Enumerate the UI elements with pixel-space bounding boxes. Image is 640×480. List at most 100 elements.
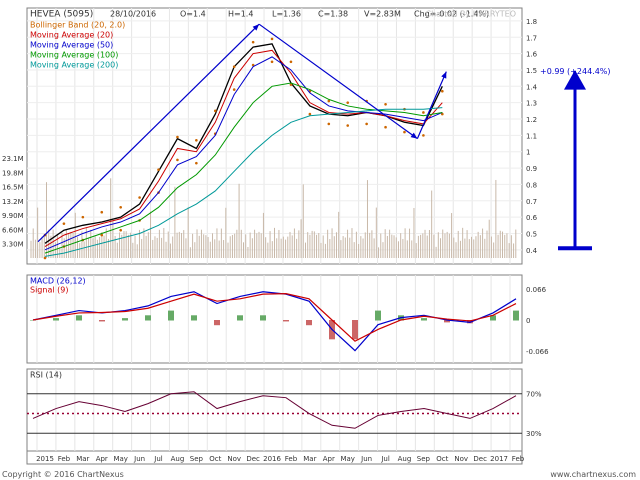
macd-histogram-bar [76,315,82,321]
bollinger-dot [384,102,387,106]
y-tick-label: 1.4 [526,83,538,91]
macd-label: MACD (26,12) [30,277,86,286]
bollinger-dot [251,40,255,44]
bollinger-dot [176,135,179,139]
macd-histogram-bar [260,315,266,321]
bollinger-dot [346,101,350,104]
macd-tick-label: 0.066 [526,286,547,294]
macd-histogram-bar [168,310,174,321]
y-tick-label: 1.3 [526,100,537,108]
legend-entry: Moving Average (200) [30,61,118,70]
rsi-label: RSI (14) [30,371,62,380]
bollinger-dot [176,158,179,162]
date-label: 28/10/2016 [110,10,156,19]
bollinger-dot [422,134,425,137]
macd-histogram-bar [375,310,381,321]
credit-label: Charted By HARRYTEO [425,10,516,19]
bollinger-dot [138,196,141,199]
bollinger-dot [422,111,425,114]
macd-histogram-bar [306,320,312,326]
x-tick-label: Jun [360,455,372,463]
x-tick-label: Sep [190,455,204,463]
x-tick-label: Oct [209,455,221,463]
x-tick-label: Sep [417,455,431,463]
x-tick-label: Mar [303,455,316,463]
bollinger-dot [62,222,66,225]
y-tick-label: 0.5 [526,230,537,238]
legend-entry: Moving Average (20) [30,31,113,40]
volume-tick-label: 23.1M [2,155,24,163]
open-label: O=1.4 [180,10,206,19]
rsi-tick-label: 70% [526,391,542,399]
low-label: L=1.36 [272,10,301,19]
bollinger-dot [270,37,274,41]
macd-tick-label: -0.066 [526,348,549,356]
macd-histogram-bar [145,315,151,321]
bollinger-dot [289,60,293,64]
rsi-tick-label: 30% [526,430,542,438]
x-tick-label: 2016 [263,455,281,463]
volume-tick-label: 3.30M [2,241,24,249]
x-tick-label: Feb [512,455,525,463]
symbol-label: HEVEA (5095) [30,10,93,20]
y-tick-label: 1.2 [526,116,537,124]
macd-histogram-bar [214,320,220,326]
chart-stage: 2015 Feb Mar Apr May Jun Jul Aug Sep Oct Nov Dec 201… [0,0,640,480]
y-tick-label: 1.8 [526,18,537,26]
x-tick-label: Mar [76,455,89,463]
close-label: C=1.38 [318,10,348,19]
macd-histogram-bar [122,318,128,321]
volume-tick-label: 9.90M [2,212,24,220]
macd-histogram-bar [421,318,427,321]
bollinger-dot [327,122,331,126]
x-tick-label: Feb [285,455,298,463]
volume-tick-label: 19.8M [2,169,24,177]
x-tick-label: Jul [153,455,163,463]
bollinger-dot [43,256,47,260]
legend-entry: Moving Average (100) [30,51,118,60]
macd-histogram-bar [513,310,519,321]
bollinger-dot [232,65,236,68]
site-label: www.chartnexus.com [550,470,636,479]
rsi-panel-frame [26,368,523,452]
x-tick-label: Feb [58,455,71,463]
x-tick-label: Apr [323,455,335,463]
bollinger-dot [365,122,368,126]
x-tick-label: 2017 [490,455,508,463]
macd-histogram-bar [99,320,105,322]
copyright-label: Copyright © 2016 ChartNexus [2,470,124,479]
bollinger-dot [195,138,198,142]
y-tick-label: 0.4 [526,247,538,255]
x-tick-label: Apr [96,455,108,463]
bollinger-dot [346,124,350,127]
bollinger-dot [384,125,387,129]
bollinger-dot [270,60,274,64]
y-tick-label: 1.5 [526,67,537,75]
y-tick-label: 0.7 [526,198,537,206]
macd-histogram-bar [191,315,197,321]
y-tick-label: 1 [526,149,530,157]
y-tick-label: 0.8 [526,181,537,189]
y-tick-label: 0.6 [526,214,538,222]
macd-histogram-bar [237,315,243,321]
bollinger-dot [195,161,198,165]
volume-label: V=2.83M [364,10,401,19]
bollinger-dot [308,112,312,116]
macd-tick-label: 0 [526,317,530,325]
legend-entry: Bollinger Band (20, 2.0) [30,21,125,30]
legend-entry: Moving Average (50) [30,41,113,50]
x-tick-label: Aug [171,455,185,463]
gain-annotation: +0.99 (+244.4%) [540,67,611,76]
bollinger-dot [119,228,122,232]
x-tick-label: Dec [246,455,260,463]
y-tick-label: 0.9 [526,165,537,173]
y-tick-label: 1.7 [526,34,537,42]
high-label: H=1.4 [228,10,253,19]
bollinger-dot [119,206,122,209]
x-tick-label: Nov [454,455,468,463]
x-tick-label: Nov [227,455,241,463]
bollinger-dot [403,130,406,134]
x-tick-label: 2015 [36,455,54,463]
volume-tick-label: 13.2M [2,198,24,206]
bollinger-dot [100,210,104,214]
